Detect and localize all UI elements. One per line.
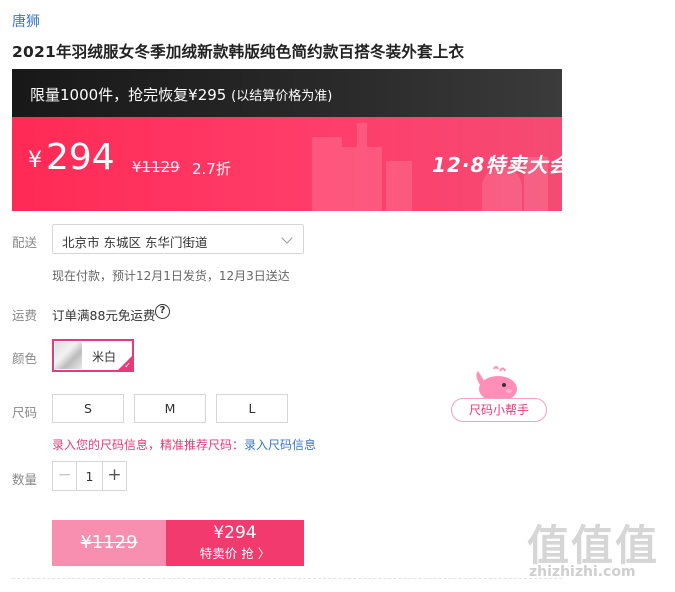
quantity-input[interactable] bbox=[77, 462, 102, 490]
quantity-stepper: − + bbox=[52, 461, 127, 491]
size-tip-link[interactable]: 录入尺码信息 bbox=[244, 438, 316, 452]
buy-price: ¥294 bbox=[213, 523, 257, 543]
color-thumbnail bbox=[55, 342, 82, 369]
quantity-label: 数量 bbox=[12, 472, 38, 487]
promo-banner: 限量1000件，抢完恢复¥295 (以结算价格为准) ¥294 ¥1129 2.… bbox=[12, 69, 562, 211]
sale-price: 294 bbox=[46, 137, 115, 178]
color-option-mibai[interactable]: 米白 ✓ bbox=[52, 339, 134, 372]
site-watermark: 值值值 zhizhizhi.com bbox=[527, 512, 667, 584]
color-option-label: 米白 bbox=[92, 350, 117, 364]
size-option-m[interactable]: M bbox=[134, 394, 206, 423]
limit-note: (以结算价格为准) bbox=[231, 89, 333, 104]
watermark-url: zhizhizhi.com bbox=[529, 564, 636, 580]
currency-symbol: ¥ bbox=[28, 148, 42, 173]
buy-now-button[interactable]: ¥294 特卖价 抢 〉 bbox=[166, 520, 304, 566]
size-option-s[interactable]: S bbox=[52, 394, 124, 423]
original-price-button[interactable]: ¥1129 bbox=[52, 520, 166, 566]
increase-button[interactable]: + bbox=[102, 462, 126, 490]
divider bbox=[12, 578, 562, 579]
limit-bar: 限量1000件，抢完恢复¥295 (以结算价格为准) bbox=[12, 69, 562, 117]
discount-label: 2.7折 bbox=[192, 160, 231, 178]
price-bar: ¥294 ¥1129 2.7折 12·8特卖大会 bbox=[12, 117, 562, 211]
address-select[interactable]: 北京市 东城区 东华门街道 bbox=[52, 224, 304, 254]
delivery-label: 配送 bbox=[12, 235, 38, 250]
delivery-estimate: 现在付款，预计12月1日发货，12月3日送达 bbox=[52, 269, 290, 283]
color-label: 颜色 bbox=[12, 351, 38, 366]
original-price: ¥1129 bbox=[132, 158, 180, 176]
size-option-l[interactable]: L bbox=[216, 394, 288, 423]
event-logo: 12·8特卖大会 bbox=[432, 153, 562, 177]
size-tip-text[interactable]: 录入您的尺码信息，精准推荐尺码： bbox=[52, 438, 244, 452]
freight-text: 订单满88元免运费 bbox=[52, 308, 156, 323]
size-label: 尺码 bbox=[12, 405, 38, 420]
buy-action-label: 特卖价 抢 〉 bbox=[199, 546, 271, 561]
size-helper-button[interactable]: 尺码小帮手 bbox=[451, 398, 547, 422]
freight-label: 运费 bbox=[12, 308, 38, 323]
product-title: 2021年羽绒服女冬季加绒新款韩版纯色简约款百搭冬装外套上衣 bbox=[12, 43, 465, 61]
question-circle-icon[interactable]: ? bbox=[155, 304, 170, 319]
brand-link[interactable]: 唐狮 bbox=[12, 11, 40, 31]
decrease-button[interactable]: − bbox=[53, 462, 77, 490]
chevron-down-icon bbox=[281, 232, 293, 244]
limit-text: 限量1000件，抢完恢复¥295 bbox=[30, 86, 227, 104]
size-tip: 录入您的尺码信息，精准推荐尺码：录入尺码信息 bbox=[52, 436, 316, 453]
address-value: 北京市 东城区 东华门街道 bbox=[62, 235, 208, 250]
buy-bar: ¥1129 ¥294 特卖价 抢 〉 bbox=[52, 520, 304, 566]
